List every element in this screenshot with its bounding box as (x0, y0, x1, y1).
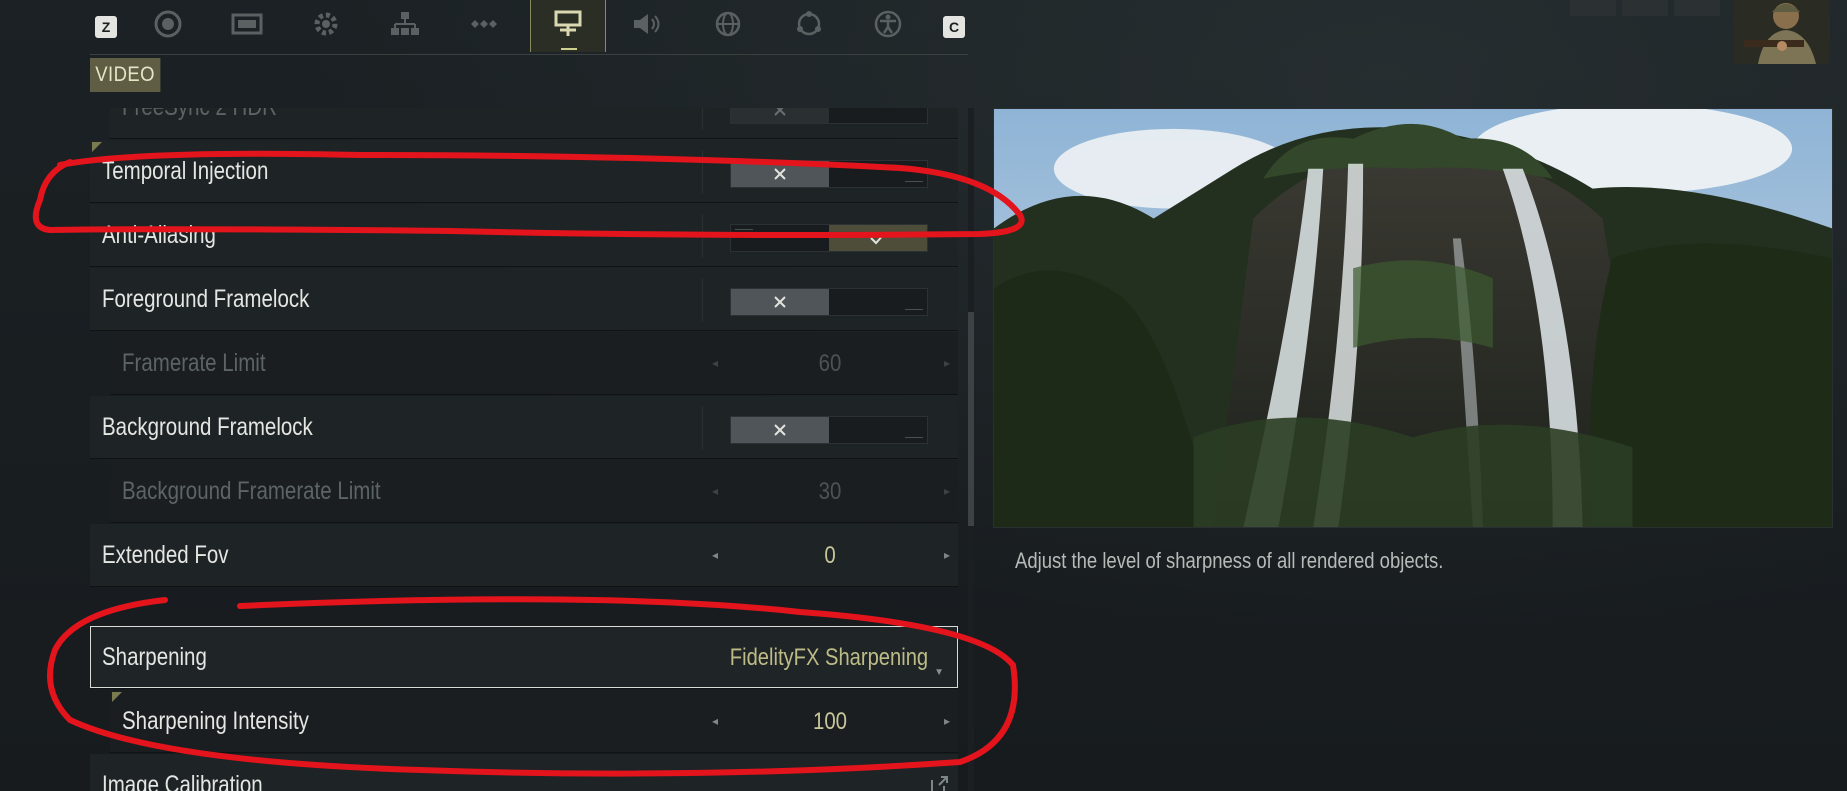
tab-video[interactable] (530, 0, 606, 52)
x-icon (774, 108, 786, 116)
chevron-right-icon[interactable]: ▸ (938, 548, 950, 562)
x-icon (774, 168, 786, 180)
freesync-toggle[interactable] (730, 108, 928, 124)
top-navigation: Z C (0, 0, 970, 55)
x-icon (774, 296, 786, 308)
tab-general[interactable] (288, 0, 364, 52)
tab-display[interactable] (209, 0, 285, 52)
video-settings-screen: Z C VIDEO Temporal Injection Anti-Aliasi… (0, 0, 1847, 791)
x-icon (774, 424, 786, 436)
setting-description: Adjust the level of sharpness of all ren… (1015, 548, 1444, 573)
toggle-off-segment (731, 417, 829, 443)
video-settings-icon (551, 9, 585, 44)
setting-row-background-framerate-limit[interactable]: Background Framerate Limit ◂ 30 ▸ (110, 460, 958, 523)
setting-label: Background Framerate Limit (122, 477, 381, 505)
external-link-icon[interactable] (928, 774, 950, 791)
toggle-off-segment (731, 289, 829, 315)
setting-label: Foreground Framelock (102, 285, 310, 313)
setting-row-freesync[interactable]: FreeSync 2 HDR (110, 108, 958, 139)
setting-preview-image (993, 108, 1833, 528)
accessibility-icon (871, 9, 905, 44)
background-framelock-toggle[interactable] (730, 416, 928, 444)
stepper-value: 100 (812, 708, 848, 735)
check-icon (870, 232, 886, 245)
setting-label: Background Framelock (102, 413, 313, 441)
top-right-slots (1570, 0, 1720, 16)
setting-row-background-framelock[interactable]: Background Framelock (90, 396, 958, 459)
scrollbar-thumb[interactable] (968, 312, 974, 526)
gear-icon (309, 9, 343, 44)
chevron-right-icon[interactable]: ▸ (938, 484, 950, 498)
section-title: VIDEO (90, 58, 161, 92)
temporal-injection-toggle[interactable] (730, 160, 928, 188)
setting-row-image-calibration[interactable]: Image Calibration (90, 754, 958, 791)
next-category-key[interactable]: C (943, 16, 965, 38)
setting-row-temporal-injection[interactable]: Temporal Injection (90, 140, 958, 203)
setting-row-foreground-framelock[interactable]: Foreground Framelock (90, 268, 958, 331)
anti-aliasing-toggle[interactable] (730, 224, 928, 252)
stepper-value: 30 (818, 478, 842, 505)
waterfall-jungle-image (994, 109, 1832, 527)
setting-label: Anti-Aliasing (102, 221, 216, 249)
setting-row-sharpening[interactable]: Sharpening FidelityFX Sharpening ▼ (90, 626, 958, 689)
changed-marker (92, 142, 102, 152)
setting-label: Extended Fov (102, 541, 229, 569)
tab-language[interactable] (690, 0, 766, 52)
stepper-value: 60 (818, 350, 842, 377)
changed-marker (112, 692, 122, 702)
player-avatar (1734, 0, 1830, 64)
disc-icon (151, 9, 185, 44)
hierarchy-icon (388, 9, 422, 44)
chevron-left-icon[interactable]: ◂ (712, 548, 724, 562)
setting-label: Sharpening (102, 643, 207, 671)
speaker-icon (630, 9, 664, 44)
display-icon (230, 9, 264, 44)
chevron-left-icon[interactable]: ◂ (712, 356, 724, 370)
setting-label: FreeSync 2 HDR (122, 108, 277, 139)
tab-controls[interactable] (446, 0, 522, 52)
tab-network[interactable] (771, 0, 847, 52)
setting-row-extended-fov[interactable]: Extended Fov ◂ 0 ▸ (90, 524, 958, 587)
stepper-value: 0 (824, 542, 836, 569)
extended-fov-stepper[interactable]: ◂ 0 ▸ (702, 524, 958, 587)
tab-hierarchy[interactable] (367, 0, 443, 52)
setting-label: Temporal Injection (102, 157, 269, 185)
sharpening-intensity-stepper[interactable]: ◂ 100 ▸ (702, 690, 958, 753)
chevron-right-icon[interactable]: ▸ (938, 714, 950, 728)
active-tab-indicator (561, 48, 577, 50)
setting-row-framerate-limit[interactable]: Framerate Limit ◂ 60 ▸ (110, 332, 958, 395)
sharpening-dropdown[interactable]: FidelityFX Sharpening (730, 626, 928, 689)
globe-icon (711, 9, 745, 44)
setting-row-anti-aliasing[interactable]: Anti-Aliasing (90, 204, 958, 267)
toggle-off-segment (731, 161, 829, 187)
chevron-down-icon[interactable]: ▼ (934, 667, 944, 678)
gamepad-icon (467, 9, 501, 44)
setting-label: Image Calibration (102, 771, 263, 791)
chevron-right-icon[interactable]: ▸ (938, 356, 950, 370)
background-framerate-stepper[interactable]: ◂ 30 ▸ (702, 460, 958, 523)
toggle-off-segment (731, 108, 829, 123)
tab-disc[interactable] (130, 0, 206, 52)
toggle-on-segment (829, 225, 927, 251)
tab-accessibility[interactable] (850, 0, 926, 52)
chevron-left-icon[interactable]: ◂ (712, 484, 724, 498)
nav-divider (90, 54, 968, 55)
network-icon (792, 9, 826, 44)
foreground-framelock-toggle[interactable] (730, 288, 928, 316)
setting-label: Sharpening Intensity (122, 707, 309, 735)
settings-list: FreeSync 2 HDR Temporal Injection (90, 108, 960, 791)
tab-audio[interactable] (609, 0, 685, 52)
prev-category-key[interactable]: Z (95, 16, 117, 38)
framerate-limit-stepper[interactable]: ◂ 60 ▸ (702, 332, 958, 395)
setting-row-sharpening-intensity[interactable]: Sharpening Intensity ◂ 100 ▸ (110, 690, 958, 753)
setting-label: Framerate Limit (122, 349, 266, 377)
chevron-left-icon[interactable]: ◂ (712, 714, 724, 728)
